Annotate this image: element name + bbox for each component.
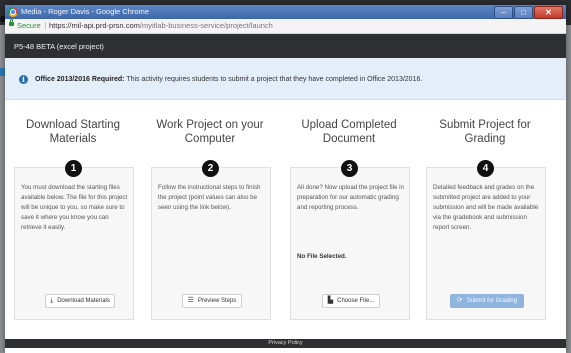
url-host: https://mil-api.prd-prsn.com xyxy=(49,21,140,30)
file-status: No File Selected. xyxy=(297,253,347,260)
window-title: Media - Roger Davis - Google Chrome xyxy=(21,7,149,16)
info-icon: i xyxy=(19,75,28,84)
step-4-number: 4 xyxy=(477,160,494,177)
url-text[interactable]: https://mil-api.prd-prsn.com/myitlab-bus… xyxy=(49,21,273,30)
download-icon: ⤓ xyxy=(50,297,54,304)
step-2-description: Follow the instructional steps to finish… xyxy=(158,184,261,211)
minimize-icon[interactable]: – xyxy=(494,6,513,19)
download-materials-button[interactable]: ⤓ Download Materials xyxy=(45,294,115,308)
step-4-card: 4 Detailed feedback and grades on the su… xyxy=(426,160,546,320)
alert-body-text: This activity requires students to submi… xyxy=(124,76,423,83)
lock-icon xyxy=(9,19,14,26)
choose-file-label: Choose File... xyxy=(337,298,375,304)
step-4-description: Detailed feedback and grades on the subm… xyxy=(433,184,539,231)
preview-steps-label: Preview Steps xyxy=(197,298,237,304)
url-path: /myitlab-business-service/project/launch xyxy=(139,21,273,30)
chrome-logo-icon xyxy=(8,7,18,17)
step-4-title: Submit Project for Grading xyxy=(439,119,531,145)
app-header: P5-48 BETA (excel project) xyxy=(5,34,566,58)
browser-window: Media - Roger Davis - Google Chrome – □ … xyxy=(5,5,566,353)
file-icon: ▙ xyxy=(327,297,334,304)
step-2-number: 2 xyxy=(202,160,219,177)
preview-steps-button[interactable]: ☰ Preview Steps xyxy=(182,294,242,308)
footer: Privacy Policy xyxy=(5,339,566,348)
submit-for-grading-label: Submit for Grading xyxy=(466,298,518,304)
refresh-icon: ⟳ xyxy=(456,297,463,304)
secure-label: Secure xyxy=(17,21,41,30)
download-materials-label: Download Materials xyxy=(57,298,110,304)
step-1-number: 1 xyxy=(65,160,82,177)
step-3-title: Upload Completed Document xyxy=(301,119,397,145)
step-3-number: 3 xyxy=(341,160,358,177)
choose-file-button[interactable]: ▙ Choose File... xyxy=(322,294,380,308)
step-3-card: 3 All done? Now upload the project file … xyxy=(290,160,410,320)
steps-section: Download Starting Materials 1 You must d… xyxy=(5,100,566,344)
step-1-description: You must download the starting files ava… xyxy=(21,184,128,231)
close-icon[interactable]: ✕ xyxy=(534,6,563,19)
window-titlebar: Media - Roger Davis - Google Chrome – □ … xyxy=(5,5,566,19)
privacy-policy-link[interactable]: Privacy Policy xyxy=(268,340,302,346)
list-icon: ☰ xyxy=(187,297,194,304)
alert-bold-text: Office 2013/2016 Required: xyxy=(35,76,125,83)
address-bar[interactable]: Secure https://mil-api.prd-prsn.com/myit… xyxy=(5,19,566,34)
alert-text: Office 2013/2016 Required: This activity… xyxy=(35,76,422,83)
step-1-card: 1 You must download the starting files a… xyxy=(14,160,134,320)
window-controls: – □ ✕ xyxy=(494,6,563,19)
page-title: P5-48 BETA (excel project) xyxy=(14,42,104,51)
url-separator xyxy=(45,22,46,30)
office-requirement-alert: i Office 2013/2016 Required: This activi… xyxy=(5,58,566,100)
step-1-title: Download Starting Materials xyxy=(26,119,120,145)
step-2-title: Work Project on your Computer xyxy=(156,119,264,145)
step-2-card: 2 Follow the instructional steps to fini… xyxy=(151,160,271,320)
submit-for-grading-button[interactable]: ⟳ Submit for Grading xyxy=(450,294,524,308)
maximize-icon[interactable]: □ xyxy=(514,6,533,19)
step-3-description: All done? Now upload the project file in… xyxy=(297,184,404,211)
